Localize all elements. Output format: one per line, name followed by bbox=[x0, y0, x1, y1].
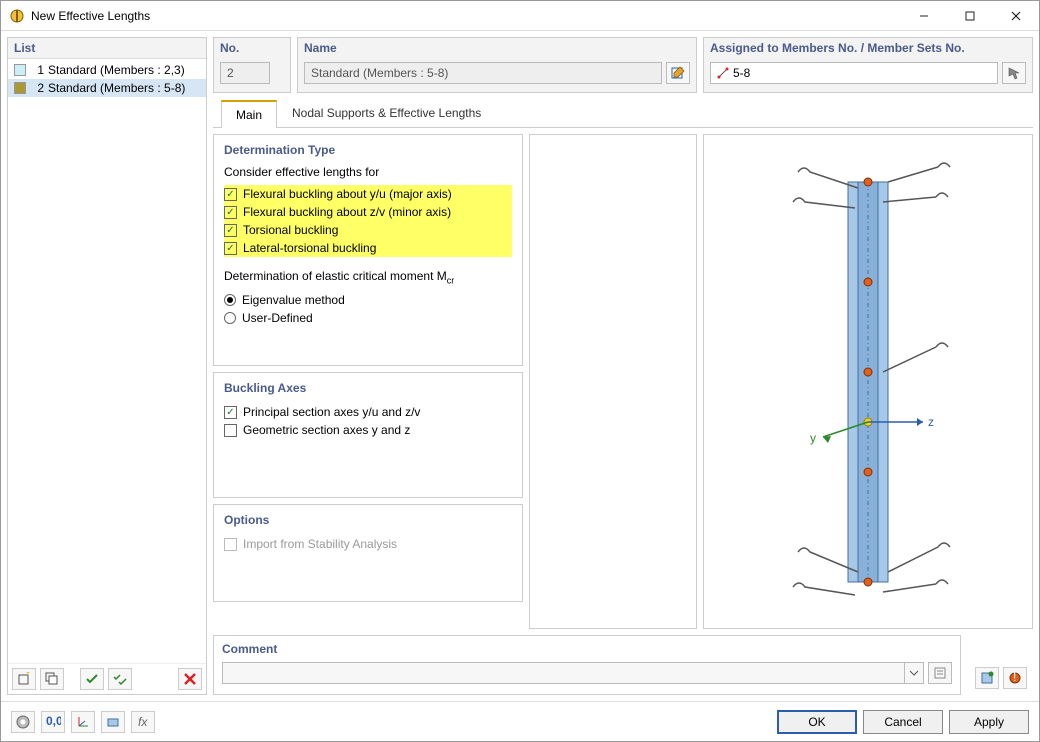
axis-y-label: y bbox=[810, 431, 816, 445]
comment-combo[interactable] bbox=[222, 662, 924, 684]
checkbox-icon bbox=[224, 206, 237, 219]
radio-eigenvalue[interactable]: Eigenvalue method bbox=[224, 291, 512, 309]
footer: 0,00 fx OK Cancel Apply bbox=[1, 701, 1039, 741]
window-title: New Effective Lengths bbox=[31, 9, 901, 23]
check-principal-axes[interactable]: Principal section axes y/u and z/v bbox=[224, 403, 512, 421]
svg-text:!: ! bbox=[1013, 671, 1016, 684]
preview-canvas[interactable]: z y bbox=[704, 135, 1032, 628]
member-icon bbox=[717, 67, 729, 79]
comment-input[interactable] bbox=[222, 662, 904, 684]
preview-panel: z y bbox=[703, 134, 1033, 629]
determination-title: Determination Type bbox=[224, 143, 512, 157]
chevron-down-icon[interactable] bbox=[904, 662, 924, 684]
assigned-input[interactable]: 5-8 bbox=[710, 62, 998, 84]
footer-fx-button[interactable]: fx bbox=[131, 711, 155, 733]
options-panel: Options Import from Stability Analysis bbox=[213, 504, 523, 602]
footer-view-button[interactable] bbox=[101, 711, 125, 733]
ok-button[interactable]: OK bbox=[777, 710, 857, 734]
assigned-label: Assigned to Members No. / Member Sets No… bbox=[704, 38, 1032, 58]
check-flexural-zv[interactable]: Flexural buckling about z/v (minor axis) bbox=[224, 203, 512, 221]
new-button[interactable] bbox=[12, 668, 36, 690]
svg-text:fx: fx bbox=[138, 715, 148, 729]
assigned-field-group: Assigned to Members No. / Member Sets No… bbox=[703, 37, 1033, 93]
check-import-stability: Import from Stability Analysis bbox=[224, 535, 512, 553]
determination-panel: Determination Type Consider effective le… bbox=[213, 134, 523, 366]
list-header: List bbox=[8, 38, 206, 59]
list-pane: List 1 Standard (Members : 2,3) 2 Standa… bbox=[7, 37, 207, 695]
check-flexural-yu[interactable]: Flexural buckling about y/u (major axis) bbox=[224, 185, 512, 203]
svg-text:0,00: 0,00 bbox=[46, 715, 61, 728]
delete-button[interactable] bbox=[178, 668, 202, 690]
checkbox-icon bbox=[224, 424, 237, 437]
check-label: Principal section axes y/u and z/v bbox=[243, 405, 420, 419]
middle-empty-panel bbox=[529, 134, 697, 629]
radio-label: Eigenvalue method bbox=[242, 293, 345, 307]
radio-icon bbox=[224, 312, 236, 324]
checkbox-icon bbox=[224, 538, 237, 551]
axis-z-label: z bbox=[928, 415, 934, 429]
radio-icon bbox=[224, 294, 236, 306]
list-item-number: 2 bbox=[30, 81, 44, 95]
minimize-button[interactable] bbox=[901, 1, 947, 30]
preview-tool-2[interactable]: ! bbox=[1003, 667, 1027, 689]
no-input[interactable]: 2 bbox=[220, 62, 270, 84]
consider-label: Consider effective lengths for bbox=[224, 165, 512, 179]
preview-tool-1[interactable] bbox=[975, 667, 999, 689]
comment-title: Comment bbox=[222, 642, 952, 656]
cancel-button[interactable]: Cancel bbox=[863, 710, 943, 734]
titlebar: New Effective Lengths bbox=[1, 1, 1039, 31]
list-item-number: 1 bbox=[30, 63, 44, 77]
list-item[interactable]: 1 Standard (Members : 2,3) bbox=[8, 61, 206, 79]
checkbox-icon bbox=[224, 242, 237, 255]
list-item-label: Standard (Members : 2,3) bbox=[48, 63, 185, 77]
mcr-label: Determination of elastic critical moment… bbox=[224, 269, 512, 285]
checkbox-icon bbox=[224, 224, 237, 237]
radio-user-defined[interactable]: User-Defined bbox=[224, 309, 512, 327]
check-label: Geometric section axes y and z bbox=[243, 423, 410, 437]
footer-precision-button[interactable]: 0,00 bbox=[41, 711, 65, 733]
apply-button[interactable]: Apply bbox=[949, 710, 1029, 734]
checkbox-icon bbox=[224, 406, 237, 419]
comment-extra-button[interactable] bbox=[928, 662, 952, 684]
comment-panel: Comment bbox=[213, 635, 961, 695]
tab-nodal-supports[interactable]: Nodal Supports & Effective Lengths bbox=[277, 99, 496, 127]
check-label: Import from Stability Analysis bbox=[243, 537, 397, 551]
name-field-group: Name Standard (Members : 5-8) bbox=[297, 37, 697, 93]
assigned-value: 5-8 bbox=[733, 66, 750, 80]
color-swatch bbox=[14, 64, 26, 76]
maximize-button[interactable] bbox=[947, 1, 993, 30]
check-torsional[interactable]: Torsional buckling bbox=[224, 221, 512, 239]
pick-members-button[interactable] bbox=[1002, 62, 1026, 84]
name-label: Name bbox=[298, 38, 696, 58]
name-input[interactable]: Standard (Members : 5-8) bbox=[304, 62, 662, 84]
buckling-axes-panel: Buckling Axes Principal section axes y/u… bbox=[213, 372, 523, 498]
tabs: Main Nodal Supports & Effective Lengths bbox=[213, 99, 1033, 128]
check-label: Flexural buckling about y/u (major axis) bbox=[243, 187, 452, 201]
check-geometric-axes[interactable]: Geometric section axes y and z bbox=[224, 421, 512, 439]
radio-label: User-Defined bbox=[242, 311, 313, 325]
check-label: Lateral-torsional buckling bbox=[243, 241, 376, 255]
list-item[interactable]: 2 Standard (Members : 5-8) bbox=[8, 79, 206, 97]
check-all-button[interactable] bbox=[108, 668, 132, 690]
check-lateral-torsional[interactable]: Lateral-torsional buckling bbox=[224, 239, 512, 257]
tab-main[interactable]: Main bbox=[221, 100, 277, 128]
options-title: Options bbox=[224, 513, 512, 527]
no-label: No. bbox=[214, 38, 290, 58]
app-icon bbox=[9, 8, 25, 24]
list-item-label: Standard (Members : 5-8) bbox=[48, 81, 185, 95]
copy-button[interactable] bbox=[40, 668, 64, 690]
check-label: Torsional buckling bbox=[243, 223, 338, 237]
footer-help-button[interactable] bbox=[11, 711, 35, 733]
footer-axes-button[interactable] bbox=[71, 711, 95, 733]
checkbox-icon bbox=[224, 188, 237, 201]
name-edit-button[interactable] bbox=[666, 62, 690, 84]
check-label: Flexural buckling about z/v (minor axis) bbox=[243, 205, 451, 219]
no-field-group: No. 2 bbox=[213, 37, 291, 93]
color-swatch bbox=[14, 82, 26, 94]
close-button[interactable] bbox=[993, 1, 1039, 30]
check-selected-button[interactable] bbox=[80, 668, 104, 690]
buckling-title: Buckling Axes bbox=[224, 381, 512, 395]
